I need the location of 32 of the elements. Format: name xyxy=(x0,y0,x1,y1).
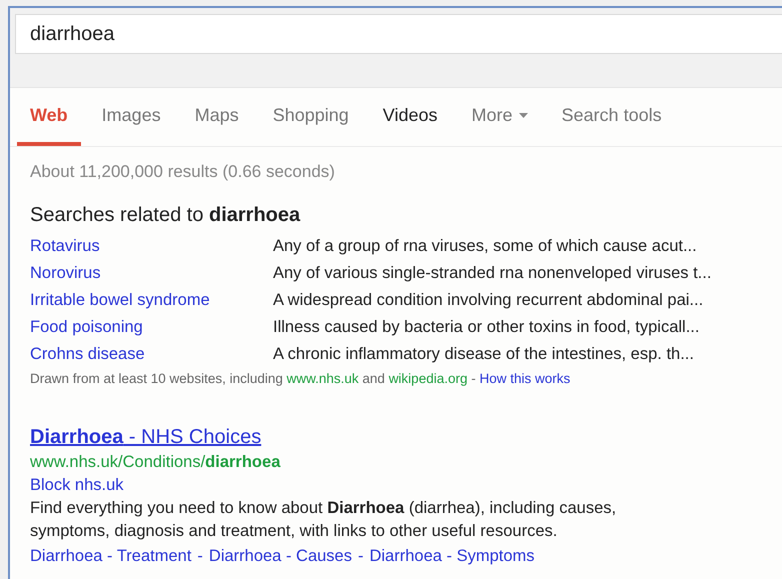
search-field[interactable]: diarrhoea xyxy=(15,14,782,54)
sitelink[interactable]: Diarrhoea - Causes xyxy=(208,545,352,568)
related-search-link[interactable]: Rotavirus xyxy=(30,237,273,256)
related-search-link[interactable]: Crohns disease xyxy=(30,345,273,364)
result-stats: About 11,200,000 results (0.66 seconds) xyxy=(30,162,336,182)
search-tab[interactable]: Web xyxy=(17,88,81,146)
related-heading: Searches related to diarrhoea xyxy=(30,204,302,227)
related-description: Illness caused by bacteria or other toxins in food, typicall... xyxy=(273,318,700,337)
related-search-link[interactable]: Irritable bowel syndrome xyxy=(30,291,273,310)
search-tab[interactable]: Shopping xyxy=(260,88,362,146)
sitelink[interactable]: Diarrhoea - Symptoms xyxy=(369,545,535,568)
related-search-link[interactable]: Food poisoning xyxy=(30,318,273,337)
sitelink-separator: - xyxy=(197,546,203,567)
caret-icon xyxy=(518,112,528,118)
search-tab[interactable]: Search tools xyxy=(548,88,675,146)
related-description: A chronic inflammatory disease of the intestines, esp. th... xyxy=(273,345,695,364)
block-site-link[interactable]: Block nhs.uk xyxy=(30,476,124,494)
search-tab[interactable]: Images xyxy=(88,88,174,146)
result-url: www.nhs.uk/Conditions/diarrhoea xyxy=(30,453,280,471)
sitelink-separator: - xyxy=(358,546,364,567)
source-note: Drawn from at least 10 websites, including www.nhs.uk and wikipedia.org - How this works xyxy=(30,371,572,386)
sitelink[interactable]: Diarrhoea - Treatment xyxy=(30,545,192,568)
result-snippet: Find everything you need to know about Diarrhoea (diarrhea), including causes, symptoms, diagnosis and treatment, with links to other useful resources. xyxy=(30,498,618,542)
result-title-link[interactable]: Diarrhoea - NHS Choices xyxy=(30,426,262,448)
related-description: Any of various single-stranded rna nonenveloped viruses t... xyxy=(273,264,712,283)
search-tab[interactable]: Videos xyxy=(370,88,451,146)
related-description: Any of a group of rna viruses, some of which cause acut... xyxy=(273,237,698,256)
search-tab[interactable]: Maps xyxy=(182,88,252,146)
related-search-link[interactable]: Norovirus xyxy=(30,264,273,283)
how-this-works-link[interactable]: How this works xyxy=(480,371,570,386)
search-tab[interactable]: More xyxy=(458,88,541,146)
related-description: A widespread condition involving recurrent abdominal pai... xyxy=(273,291,704,310)
